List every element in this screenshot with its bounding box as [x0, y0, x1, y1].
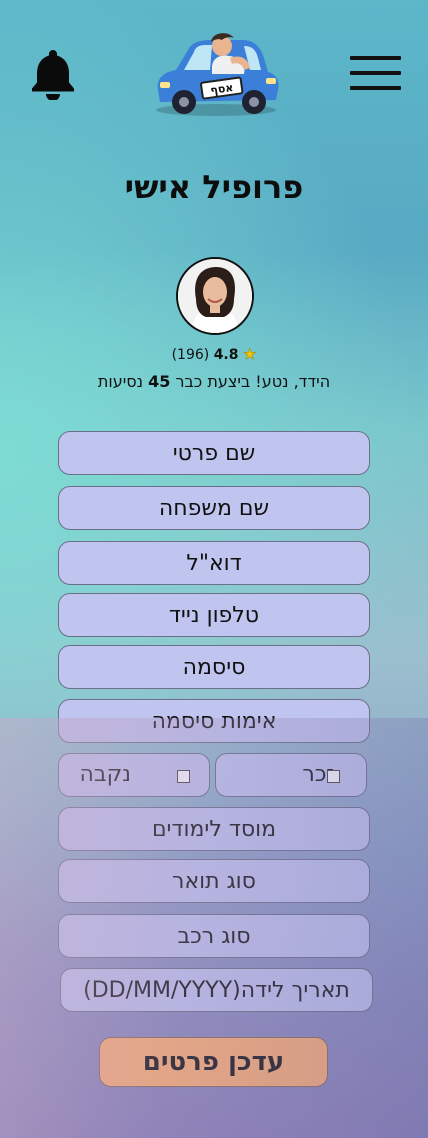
first-name-placeholder: שם פרטי [172, 440, 256, 466]
degree-field[interactable]: סוג תואר [58, 859, 370, 903]
password-confirm-field[interactable]: אימות סיסמה [58, 699, 370, 743]
phone-placeholder: טלפון נייד [168, 602, 260, 628]
menu-bar-middle [350, 71, 401, 75]
menu-bar-bottom [350, 86, 401, 90]
institution-field[interactable]: מוסד לימודים [58, 807, 370, 851]
gender-female-label: נקבה [79, 762, 131, 787]
gender-male-checkbox[interactable] [327, 770, 340, 783]
update-details-button[interactable]: עדכן פרטים [99, 1037, 328, 1087]
gender-female-checkbox[interactable] [177, 770, 190, 783]
birthdate-field[interactable]: תאריך לידה(DD/MM/YYYY) [60, 968, 373, 1012]
last-name-field[interactable]: שם משפחה [58, 486, 370, 530]
password-field[interactable]: סיסמה [58, 645, 370, 689]
vehicle-field[interactable]: סוג רכב [58, 914, 370, 958]
first-name-field[interactable]: שם פרטי [58, 431, 370, 475]
greeting-suffix: נסיעות [97, 372, 149, 391]
degree-placeholder: סוג תואר [172, 868, 256, 894]
app-logo: אסף [150, 28, 282, 120]
star-icon: ★ [242, 345, 257, 364]
menu-bar-top [350, 56, 401, 60]
password-placeholder: סיסמה [182, 654, 246, 680]
vehicle-placeholder: סוג רכב [177, 923, 251, 949]
email-placeholder: דוא"ל [186, 550, 242, 576]
greeting-text: הידד, נטע! ביצעת כבר 45 נסיעות [0, 372, 428, 391]
greeting-prefix: הידד, נטע! ביצעת כבר [170, 372, 331, 391]
bell-icon[interactable] [30, 48, 76, 101]
avatar[interactable] [176, 257, 254, 335]
rating-value: 4.8 [213, 347, 239, 363]
email-field[interactable]: דוא"ל [58, 541, 370, 585]
rating-line: (196) 4.8 ★ [0, 345, 428, 364]
phone-field[interactable]: טלפון נייד [58, 593, 370, 637]
gender-male-option[interactable]: זכר [215, 753, 367, 797]
password-confirm-placeholder: אימות סיסמה [151, 708, 277, 734]
reviews-count: (196) [171, 347, 210, 363]
rides-count: 45 [148, 372, 171, 391]
institution-placeholder: מוסד לימודים [151, 816, 277, 842]
menu-button[interactable] [350, 56, 402, 92]
page-title: פרופיל אישי [124, 168, 304, 206]
gender-female-option[interactable]: נקבה [58, 753, 210, 797]
last-name-placeholder: שם משפחה [158, 495, 270, 521]
birthdate-placeholder: תאריך לידה(DD/MM/YYYY) [83, 977, 350, 1003]
